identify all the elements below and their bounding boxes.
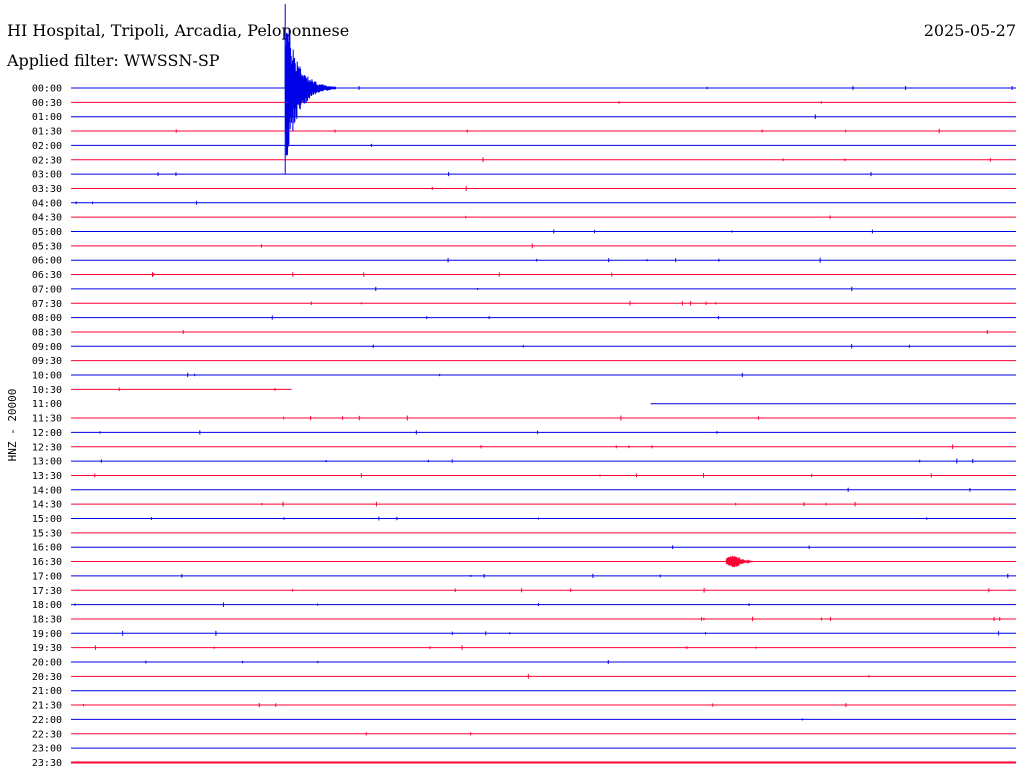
trace-rows: 00:00 00:30 01:00 01:30 02:00 02:30 03:00 03:30… — [32, 84, 1016, 769]
row-time-label: 05:30 — [32, 241, 62, 252]
row-time-label: 14:00 — [32, 485, 62, 496]
row-time-label: 11:00 — [32, 399, 62, 410]
row-time-label: 02:00 — [32, 141, 62, 152]
row-time-label: 21:30 — [32, 701, 62, 712]
station-title: HI Hospital, Tripoli, Arcadia, Peloponne… — [7, 21, 349, 40]
row-time-label: 20:00 — [32, 658, 62, 669]
row-time-label: 19:30 — [32, 643, 62, 654]
row-time-label: 12:00 — [32, 428, 62, 439]
row-time-label: 03:30 — [32, 184, 62, 195]
row-time-label: 10:00 — [32, 371, 62, 382]
row-time-label: 04:30 — [32, 213, 62, 224]
row-time-label: 10:30 — [32, 385, 62, 396]
row-time-label: 14:30 — [32, 500, 62, 511]
row-time-label: 17:30 — [32, 586, 62, 597]
row-time-label: 22:30 — [32, 729, 62, 740]
row-time-label: 21:00 — [32, 686, 62, 697]
row-time-label: 16:30 — [32, 557, 62, 568]
row-time-label: 04:00 — [32, 198, 62, 209]
row-time-label: 18:00 — [32, 600, 62, 611]
row-time-label: 08:30 — [32, 327, 62, 338]
filter-label: Applied filter: WWSSN-SP — [6, 51, 220, 70]
row-time-label: 05:00 — [32, 227, 62, 238]
row-time-label: 06:30 — [32, 270, 62, 281]
row-time-label: 12:30 — [32, 442, 62, 453]
row-time-label: 19:00 — [32, 629, 62, 640]
row-time-label: 08:00 — [32, 313, 62, 324]
row-time-label: 06:00 — [32, 256, 62, 267]
helicorder-chart: HI Hospital, Tripoli, Arcadia, Peloponne… — [6, 4, 1016, 769]
row-time-label: 00:00 — [32, 84, 62, 95]
row-time-label: 01:00 — [32, 112, 62, 123]
chart-date: 2025-05-27 — [924, 21, 1016, 40]
row-time-label: 00:30 — [32, 98, 62, 109]
row-time-label: 09:30 — [32, 356, 62, 367]
row-time-label: 23:30 — [32, 758, 62, 769]
event-waveform — [725, 555, 755, 568]
row-time-label: 22:00 — [32, 715, 62, 726]
row-time-label: 17:00 — [32, 571, 62, 582]
row-time-label: 03:00 — [32, 170, 62, 181]
row-time-label: 20:30 — [32, 672, 62, 683]
row-time-label: 18:30 — [32, 614, 62, 625]
row-time-label: 13:00 — [32, 457, 62, 468]
row-time-label: 15:00 — [32, 514, 62, 525]
row-time-label: 07:00 — [32, 284, 62, 295]
row-time-label: 13:30 — [32, 471, 62, 482]
y-axis-label: HNZ - 20000 — [6, 389, 19, 462]
row-time-label: 01:30 — [32, 127, 62, 138]
row-time-label: 07:30 — [32, 299, 62, 310]
row-time-label: 09:00 — [32, 342, 62, 353]
row-time-label: 16:00 — [32, 543, 62, 554]
row-time-label: 02:30 — [32, 155, 62, 166]
row-time-label: 23:00 — [32, 744, 62, 755]
row-time-label: 15:30 — [32, 528, 62, 539]
event-waveform — [284, 28, 337, 156]
row-time-label: 11:30 — [32, 414, 62, 425]
